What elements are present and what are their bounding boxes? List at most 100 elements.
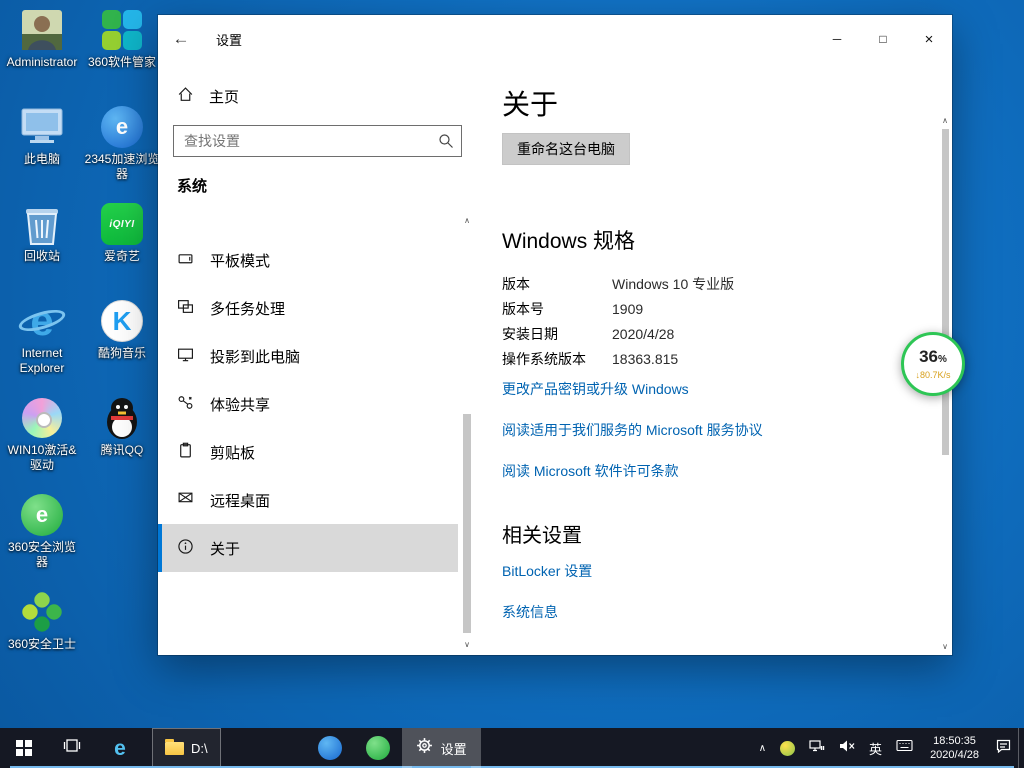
spec-value: Windows 10 专业版 bbox=[612, 274, 734, 294]
desktop-icon-label: 爱奇艺 bbox=[104, 249, 140, 264]
taskbar-settings-button[interactable]: 设置 bbox=[402, 728, 481, 768]
pinwheel-icon bbox=[100, 8, 144, 52]
multitasking-icon bbox=[177, 298, 194, 319]
sidebar-item-remote-desktop[interactable]: 远程桌面 bbox=[158, 476, 458, 524]
link-services-agreement[interactable]: 阅读适用于我们服务的 Microsoft 服务协议 bbox=[502, 420, 763, 440]
task-view-button[interactable] bbox=[48, 728, 96, 768]
tray-360-button[interactable] bbox=[773, 728, 802, 768]
taskbar-360-browser-button[interactable] bbox=[354, 728, 402, 768]
desktop-icon-2345-browser[interactable]: e 2345加速浏览器 bbox=[84, 105, 160, 202]
link-bitlocker-settings[interactable]: BitLocker 设置 bbox=[502, 561, 592, 581]
sidebar-item-clipboard[interactable]: 剪贴板 bbox=[158, 428, 458, 476]
link-change-product-key[interactable]: 更改产品密钥或升级 Windows bbox=[502, 379, 689, 399]
window-title: 设置 bbox=[216, 30, 242, 49]
search-box bbox=[173, 125, 462, 157]
taskbar-2345-browser-button[interactable] bbox=[306, 728, 354, 768]
360-tray-icon bbox=[780, 741, 795, 756]
link-license-terms[interactable]: 阅读 Microsoft 软件许可条款 bbox=[502, 461, 679, 481]
desktop-icon-360-software-manager[interactable]: 360软件管家 bbox=[84, 8, 160, 105]
kugou-icon: K bbox=[100, 299, 144, 343]
back-button[interactable]: ← bbox=[158, 15, 204, 63]
clock-time: 18:50:35 bbox=[933, 734, 976, 748]
desktop-icon-iqiyi[interactable]: iQIYI 爱奇艺 bbox=[84, 202, 160, 299]
scroll-up-arrow[interactable]: ∧ bbox=[460, 213, 474, 227]
desktop-icon-tencent-qq[interactable]: 腾讯QQ bbox=[84, 396, 160, 493]
sidebar-item-projecting[interactable]: 投影到此电脑 bbox=[158, 332, 458, 380]
nav-label: 投影到此电脑 bbox=[210, 346, 300, 367]
nav-label: 体验共享 bbox=[210, 394, 270, 415]
tray-network-button[interactable] bbox=[802, 728, 832, 768]
settings-window: ← 设置 ─ □ × 主页 bbox=[158, 15, 952, 655]
tablet-mode-icon bbox=[177, 250, 194, 271]
spec-row-version: 版本号 1909 bbox=[502, 296, 912, 321]
qq-penguin-icon bbox=[100, 396, 144, 440]
sidebar-scrollbar-thumb[interactable] bbox=[463, 414, 471, 633]
minimize-button[interactable]: ─ bbox=[814, 15, 860, 63]
spec-value: 2020/4/28 bbox=[612, 326, 674, 342]
rename-pc-button[interactable]: 重命名这台电脑 bbox=[502, 133, 630, 165]
system-tray: ∧ 英 bbox=[752, 728, 1024, 768]
maximize-icon: □ bbox=[879, 32, 886, 46]
desktop-icon-360-safety-guard[interactable]: 360安全卫士 bbox=[4, 590, 80, 687]
this-pc-icon bbox=[20, 105, 64, 149]
minimize-icon: ─ bbox=[833, 32, 842, 46]
tray-touch-keyboard-button[interactable] bbox=[889, 728, 920, 768]
task-view-icon bbox=[63, 738, 81, 758]
desktop-icon-recycle-bin[interactable]: 回收站 bbox=[4, 202, 80, 299]
desktop-icon-administrator[interactable]: Administrator bbox=[4, 8, 80, 105]
related-settings-title: 相关设置 bbox=[502, 519, 912, 548]
explorer-label: D:\ bbox=[191, 741, 208, 756]
scroll-down-arrow[interactable]: ∨ bbox=[460, 637, 474, 651]
desktop-icon-this-pc[interactable]: 此电脑 bbox=[4, 105, 80, 202]
taskbar-explorer-button[interactable]: D:\ bbox=[152, 728, 221, 768]
sidebar-item-multitasking[interactable]: 多任务处理 bbox=[158, 284, 458, 332]
tray-volume-button[interactable] bbox=[832, 728, 862, 768]
spec-table: 版本 Windows 10 专业版 版本号 1909 安装日期 2020/4/2… bbox=[502, 271, 912, 371]
desktop-icon-360-secure-browser[interactable]: e 360安全浏览器 bbox=[4, 493, 80, 590]
desktop-icon-label: Internet Explorer bbox=[4, 346, 80, 376]
desktop-icon-label: 360软件管家 bbox=[88, 55, 156, 70]
iqiyi-icon: iQIYI bbox=[100, 202, 144, 246]
link-system-info[interactable]: 系统信息 bbox=[502, 602, 558, 622]
tray-input-indicator[interactable]: 英 bbox=[862, 728, 889, 768]
desktop-icon-internet-explorer[interactable]: e Internet Explorer bbox=[4, 299, 80, 396]
spec-row-os-build: 操作系统版本 18363.815 bbox=[502, 346, 912, 371]
page-title: 关于 bbox=[502, 83, 912, 123]
internet-explorer-icon: e bbox=[20, 299, 64, 343]
sidebar-item-tablet-mode[interactable]: 平板模式 bbox=[158, 236, 458, 284]
taskbar-ie-button[interactable]: e bbox=[96, 728, 144, 768]
desktop-icon-win10-activation[interactable]: WIN10激活&驱动 bbox=[4, 396, 80, 493]
scroll-up-arrow[interactable]: ∧ bbox=[938, 113, 952, 127]
input-language-label: 英 bbox=[869, 739, 882, 758]
360-float-ball[interactable]: 36% ↓80.7K/s bbox=[901, 332, 965, 396]
taskbar-center: 设置 bbox=[306, 728, 481, 768]
maximize-button[interactable]: □ bbox=[860, 15, 906, 63]
sidebar-item-about[interactable]: 关于 bbox=[158, 524, 458, 572]
desktop-icon-label: 360安全卫士 bbox=[8, 637, 76, 652]
sidebar-item-shared-experiences[interactable]: 体验共享 bbox=[158, 380, 458, 428]
360-browser-icon bbox=[366, 736, 390, 760]
content-scrollbar-thumb[interactable] bbox=[942, 129, 949, 455]
spec-row-installed-on: 安装日期 2020/4/28 bbox=[502, 321, 912, 346]
sidebar-item-home[interactable]: 主页 bbox=[158, 77, 458, 115]
action-center-button[interactable] bbox=[989, 728, 1018, 768]
touch-keyboard-icon bbox=[896, 739, 913, 757]
taskbar-clock[interactable]: 18:50:35 2020/4/28 bbox=[920, 728, 989, 768]
desktop-icon-kugou-music[interactable]: K 酷狗音乐 bbox=[84, 299, 160, 396]
tray-expand-button[interactable]: ∧ bbox=[752, 728, 773, 768]
desktop-icon-column-1: Administrator 此电脑 回收站 e Internet Explore… bbox=[4, 8, 80, 687]
remote-desktop-icon bbox=[177, 490, 194, 511]
search-input[interactable] bbox=[173, 125, 462, 157]
show-desktop-button[interactable] bbox=[1018, 728, 1024, 768]
close-button[interactable]: × bbox=[906, 15, 952, 63]
taskbar: e D:\ 设置 ∧ bbox=[0, 728, 1024, 768]
clipboard-icon bbox=[177, 442, 194, 463]
scroll-down-arrow[interactable]: ∨ bbox=[938, 639, 952, 653]
nav-label: 平板模式 bbox=[210, 250, 270, 271]
clover-shield-icon bbox=[20, 590, 64, 634]
start-button[interactable] bbox=[0, 728, 48, 768]
desktop-icon-area: Administrator 此电脑 回收站 e Internet Explore… bbox=[4, 8, 160, 687]
section-label-system: 系统 bbox=[177, 175, 476, 196]
administrator-icon bbox=[20, 8, 64, 52]
search-icon bbox=[438, 133, 454, 154]
